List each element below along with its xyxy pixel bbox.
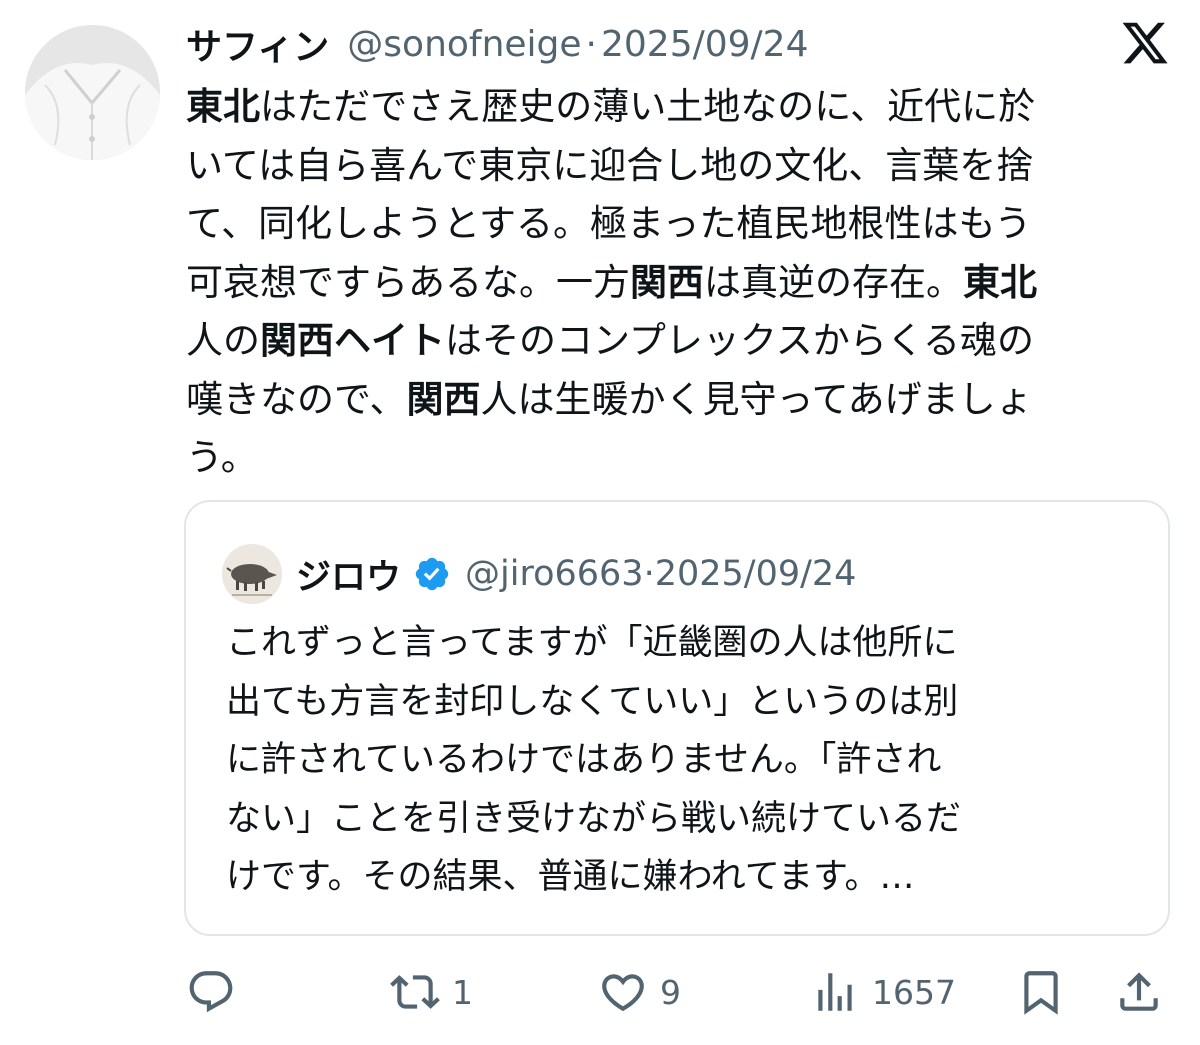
share-icon xyxy=(1120,972,1158,1011)
author-name[interactable]: サフィン xyxy=(186,18,329,70)
quote-date[interactable]: 2025/09/24 xyxy=(655,554,857,594)
tweet-date[interactable]: 2025/09/24 xyxy=(601,24,809,65)
quote-separator-dot: · xyxy=(643,554,655,594)
quote-text-line: ない」ことを引き受けながら戦い続けているだ xyxy=(226,798,962,839)
quote-text: これずっと言ってますが「近畿圏の人は他所に 出ても方言を封印しなくていい」というの… xyxy=(226,614,1126,907)
views-icon xyxy=(818,973,852,1011)
tweet-text-segment: う。 xyxy=(186,436,258,479)
tweet-text-line: 嘆きなので、関西人は生暖かく見守ってあげましょ xyxy=(186,371,1161,430)
retweet-button[interactable]: 1 xyxy=(390,962,473,1022)
views-button[interactable]: 1657 xyxy=(810,962,956,1022)
tweet-text-line: て、同化しようとする。極まった植民地根性はもう xyxy=(186,195,1161,254)
quote-tweet-card[interactable]: ジロウ @jiro6663·2025/09/24 これずっと言ってますが「近畿圏… xyxy=(184,500,1170,936)
boar-avatar-image xyxy=(222,544,282,604)
quote-text-line: これずっと言ってますが「近畿圏の人は他所に xyxy=(226,623,958,663)
tweet-text: 東北はただでさえ歴史の薄い土地なのに、近代に於 いては自ら喜んで東京に迎合し地の文… xyxy=(186,78,1161,488)
tweet-text-segment: はそのコンプレックスからくる魂の xyxy=(445,319,1035,362)
bookmark-icon xyxy=(1024,971,1058,1015)
bookmark-button[interactable] xyxy=(1016,962,1066,1022)
tweet-text-line: いては自ら喜んで東京に迎合し地の文化、言葉を捨 xyxy=(186,137,1161,196)
tweet-text-line: 人の関西ヘイトはそのコンプレックスからくる魂の xyxy=(186,312,1161,371)
retweet-icon xyxy=(390,975,440,1009)
tweet-text-segment: 嘆きなので、 xyxy=(186,377,407,421)
quote-text-line: けです。その結果、普通に嫌われてます。… xyxy=(226,857,915,897)
quote-header: ジロウ @jiro6663·2025/09/24 xyxy=(296,544,856,604)
author-handle[interactable]: @sonofneige xyxy=(347,24,581,65)
tweet-text-line: う。 xyxy=(186,429,1161,488)
share-button[interactable] xyxy=(1114,962,1164,1022)
tweet-text-line: 東北はただでさえ歴史の薄い土地なのに、近代に於 xyxy=(186,78,1161,137)
reply-icon xyxy=(189,971,233,1013)
quote-text-line: に許されているわけではありません。「許され xyxy=(226,740,942,780)
heart-icon xyxy=(602,974,644,1012)
tweet-text-segment: いては自ら喜んで東京に迎合し地の文化、言葉を捨 xyxy=(186,143,1034,187)
avatar-image xyxy=(25,25,160,160)
tweet-text-line: 可哀想ですらあるな。一方関西は真逆の存在。東北 xyxy=(186,254,1161,313)
tweet-text-segment: 人の xyxy=(186,319,260,362)
tweet-text-segment: 可哀想ですらあるな。一方 xyxy=(186,260,630,304)
separator-dot: · xyxy=(585,23,597,65)
views-count: 1657 xyxy=(872,972,956,1012)
tweet-text-bold-segment: 関西 xyxy=(406,377,481,421)
quote-meta: @jiro6663·2025/09/24 xyxy=(465,554,856,594)
retweet-count: 1 xyxy=(452,972,473,1012)
like-button[interactable]: 9 xyxy=(598,962,681,1022)
tweet-text-segment: て、同化しようとする。極まった植民地根性はもう xyxy=(186,202,1032,245)
verified-badge-icon xyxy=(415,557,449,591)
tweet-text-bold-segment: 東北 xyxy=(963,260,1037,304)
quote-author-name[interactable]: ジロウ xyxy=(296,549,401,600)
tweet-text-segment: 人は生暖かく見守ってあげましょ xyxy=(480,377,1033,421)
like-count: 9 xyxy=(660,972,681,1012)
tweet-text-bold-segment: 関西 xyxy=(630,260,704,304)
quote-author-avatar[interactable] xyxy=(222,544,282,604)
tweet-text-bold-segment: 関西ヘイト xyxy=(260,319,445,362)
x-logo-icon xyxy=(1122,22,1168,64)
tweet-text-bold-segment: 東北 xyxy=(186,85,260,128)
author-avatar[interactable] xyxy=(25,25,160,160)
quote-author-handle[interactable]: @jiro6663 xyxy=(465,554,644,594)
reply-button[interactable] xyxy=(186,962,236,1022)
tweet-text-segment: はただでさえ歴史の薄い土地なのに、近代に於 xyxy=(260,85,1036,128)
quote-text-line: 出ても方言を封印しなくていい」というのは別 xyxy=(226,681,959,722)
tweet-header: サフィン @sonofneige · 2025/09/24 xyxy=(186,18,809,70)
tweet-action-bar: 1 9 1657 xyxy=(186,962,1166,1022)
tweet-text-segment: は真逆の存在。 xyxy=(704,260,963,304)
author-meta: @sonofneige · 2025/09/24 xyxy=(347,24,808,65)
